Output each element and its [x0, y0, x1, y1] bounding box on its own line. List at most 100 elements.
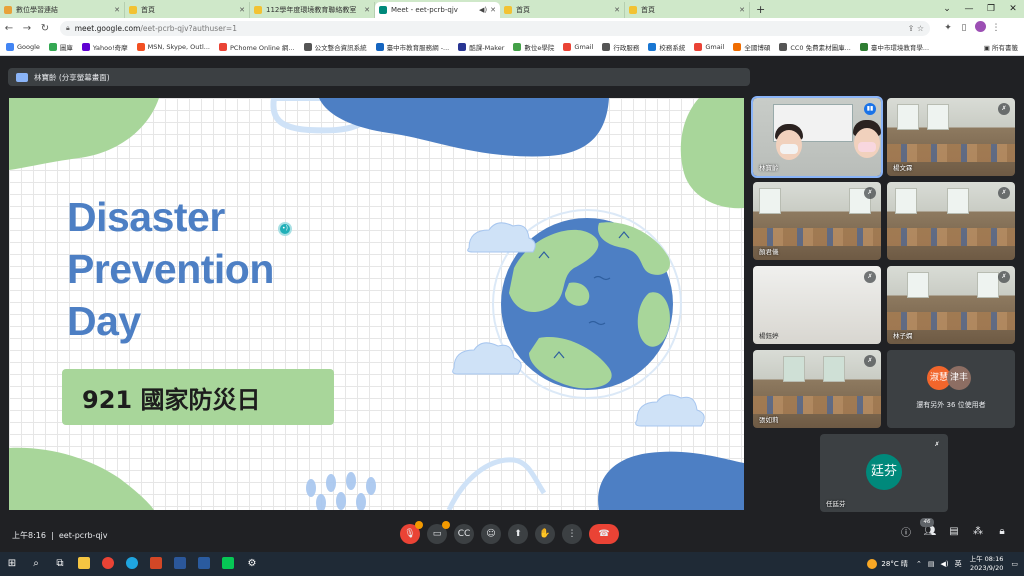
info-icon[interactable]: ⓘ [894, 524, 918, 539]
bookmark[interactable]: Gmail [563, 42, 593, 51]
participant-tile[interactable]: ✗ 顏君儀 [753, 182, 881, 260]
back-icon[interactable]: ← [0, 23, 18, 34]
bookmark[interactable]: 校務系統 [648, 42, 685, 52]
maximize-icon[interactable]: ❐ [980, 4, 1002, 14]
browser-tab[interactable]: 數位學習連結 ✕ [0, 2, 125, 18]
tab-search-icon[interactable]: ⌄ [936, 4, 958, 14]
captions-button[interactable]: CC [454, 524, 474, 544]
raise-hand-button[interactable]: ✋ [535, 524, 555, 544]
all-bookmarks-button[interactable]: ▣ 所有書籤 [984, 42, 1018, 52]
task-view-icon[interactable]: ⧉ [48, 552, 72, 576]
address-bar[interactable]: 🔒︎ meet.google.com /eet-pcrb-qjv?authuse… [60, 20, 930, 36]
warning-badge-icon [442, 521, 450, 529]
slide-banner: 921 國家防災日 [62, 369, 334, 425]
participant-tile[interactable]: ✗ 張如莉 [753, 350, 881, 428]
window [895, 188, 917, 214]
browser-tab[interactable]: 112學年度環境教育聯絡教室 ✕ [250, 2, 375, 18]
leave-call-button[interactable]: ☎ [589, 524, 619, 544]
file-explorer-icon[interactable] [72, 552, 96, 576]
sidepanel-icon[interactable]: ▯ [956, 23, 972, 33]
participant-name: 顏君儀 [759, 248, 779, 256]
bookmark[interactable]: 行政服務 [602, 42, 639, 52]
close-tab-icon[interactable]: ✕ [364, 6, 370, 14]
browser-tab[interactable]: 首頁 ✕ [625, 2, 750, 18]
chat-icon[interactable]: ▤ [942, 526, 966, 537]
close-tab-icon[interactable]: ✕ [739, 6, 745, 14]
emoji-icon: ☺ [486, 529, 496, 539]
close-tab-icon[interactable]: ✕ [114, 6, 120, 14]
participant-tile[interactable]: ✗ 林子嫻 [887, 266, 1015, 344]
slide-title-line: Day [67, 298, 141, 344]
extensions-icon[interactable]: ✦ [940, 23, 956, 33]
browser-tab[interactable]: 首頁 ✕ [500, 2, 625, 18]
activities-icon[interactable]: ⁂ [966, 526, 990, 537]
search-icon[interactable]: ⌕ [24, 552, 48, 576]
bookmark[interactable]: PChome Online 網... [218, 42, 295, 52]
window [927, 104, 949, 130]
browser-tab-active[interactable]: Meet - eet-pcrb-qjv ◀) ✕ [375, 2, 500, 18]
mic-toggle-button[interactable]: 🎙︎ [400, 521, 423, 544]
reactions-button[interactable]: ☺ [481, 524, 501, 544]
people-button[interactable]: 46 👥︎ [918, 518, 942, 537]
tray-chevron-icon[interactable]: ⌃ [916, 560, 922, 568]
bookmark[interactable]: Google [6, 42, 40, 51]
browser-tab[interactable]: 首頁 ✕ [125, 2, 250, 18]
chrome-icon[interactable] [96, 552, 120, 576]
close-tab-icon[interactable]: ✕ [239, 6, 245, 14]
bookmark[interactable]: 酷課-Maker [458, 42, 504, 52]
hand-icon: ✋ [539, 529, 551, 539]
ime-indicator[interactable]: 英 [955, 559, 962, 569]
menu-kebab-icon[interactable]: ⋮ [988, 23, 1004, 33]
new-tab-button[interactable]: + [756, 2, 765, 18]
bookmark[interactable]: 全國博碩 [733, 42, 770, 52]
bookmark[interactable]: 臺中市教育服務網 -... [375, 42, 449, 52]
window [977, 272, 999, 298]
notification-icon[interactable]: ▭ [1011, 560, 1018, 568]
bookmark[interactable]: 數位e學院 [513, 42, 554, 52]
bookmark[interactable]: 公文整合資訊系統 [303, 42, 367, 52]
others-count-caption: 還有另外 36 位使用者 [916, 401, 986, 409]
bookmark[interactable]: Yahoo!奇摩 [81, 42, 128, 52]
reload-icon[interactable]: ↻ [36, 23, 54, 34]
line-icon[interactable] [216, 552, 240, 576]
word-icon[interactable] [168, 552, 192, 576]
weather-text[interactable]: 28°C 晴 [881, 559, 908, 569]
host-controls-icon[interactable]: 🔒︎ [990, 526, 1014, 537]
forward-icon[interactable]: → [18, 23, 36, 34]
present-button[interactable]: ⬆ [508, 524, 528, 544]
edge-icon[interactable] [120, 552, 144, 576]
bookmark[interactable]: CC0 免費素材圖庫... [779, 42, 851, 52]
bookmark[interactable]: 臺中市環境教育學... [859, 42, 929, 52]
volume-icon[interactable]: ◀) [940, 560, 948, 568]
profile-avatar[interactable] [972, 21, 988, 35]
participant-tile[interactable]: ▮▮ 林寶齡 [751, 96, 883, 178]
close-tab-icon[interactable]: ✕ [614, 6, 620, 14]
face-mask [780, 144, 798, 154]
camera-toggle-button[interactable]: ▭ [427, 521, 450, 544]
bookmark[interactable]: MSN, Skype, Outl... [136, 42, 210, 51]
more-options-button[interactable]: ⋮ [562, 524, 582, 544]
participant-tile[interactable]: ✗ 楊文霖 [887, 98, 1015, 176]
close-tab-icon[interactable]: ✕ [490, 6, 496, 14]
self-view-tile[interactable]: 廷芬 ✗ 任廷芬 [820, 434, 948, 512]
clock[interactable]: 上午 08:16 2023/9/20 [970, 555, 1004, 573]
network-icon[interactable]: ▤ [928, 560, 935, 568]
bookmark-icon [859, 42, 868, 51]
lock-icon[interactable]: 🔒︎ [66, 24, 70, 33]
close-window-icon[interactable]: ✕ [1002, 4, 1024, 14]
bookmark-icon [136, 42, 145, 51]
powerpoint-icon[interactable] [144, 552, 168, 576]
teams-icon[interactable] [192, 552, 216, 576]
share-icon[interactable]: ⇪ ☆ [908, 24, 924, 33]
other-participants-tile[interactable]: 淑慧 津丰 還有另外 36 位使用者 [887, 350, 1015, 428]
bookmark-icon [375, 42, 384, 51]
participant-tile[interactable]: ✗ [887, 182, 1015, 260]
start-button[interactable]: ⊞ [0, 552, 24, 576]
participant-tile[interactable]: ✗ 楊鈺婷 [753, 266, 881, 344]
bookmark[interactable]: 圖庫 [48, 42, 73, 52]
bookmark[interactable]: Gmail [694, 42, 724, 51]
tab-favicon-icon [129, 6, 137, 14]
audio-playing-icon[interactable]: ◀) [479, 6, 487, 14]
settings-gear-icon[interactable]: ⚙ [240, 552, 264, 576]
minimize-icon[interactable]: — [958, 4, 980, 14]
